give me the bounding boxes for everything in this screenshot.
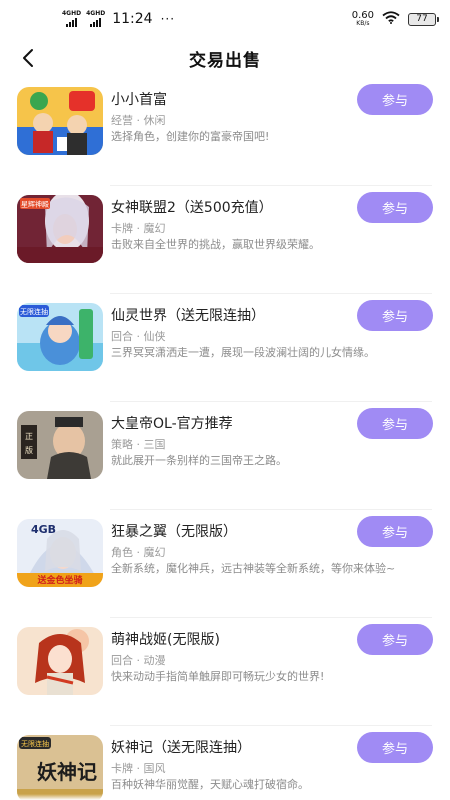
game-description: 击败来自全世界的挑战，赢取世界级荣耀。 (111, 238, 320, 251)
game-name: 仙灵世界（送无限连抽） (111, 308, 265, 324)
signal-icon: 4GHD (62, 11, 81, 27)
network-speed: 0.60 KB/s (352, 11, 374, 27)
badge-text-bottom: 版 (25, 445, 33, 455)
game-tags: 经营 · 休闲 (111, 114, 166, 127)
game-tags: 卡牌 · 魔幻 (111, 222, 166, 235)
list-item[interactable]: 正 版 大皇帝OL-官方推荐 策略 · 三国 就此展开一条别样的三国帝王之路。 … (0, 402, 450, 510)
game-description: 三界冥冥潇洒走一遭，展现一段波澜壮阔的儿女情缘。 (111, 346, 375, 359)
network-speed-unit: KB/s (356, 20, 370, 27)
join-button[interactable]: 参与 (357, 624, 433, 655)
game-name: 小小首富 (111, 92, 167, 108)
badge-text: 无限连抽 (20, 307, 48, 316)
game-name: 大皇帝OL-官方推荐 (111, 416, 233, 432)
game-name: 狂暴之翼（无限版） (111, 524, 237, 540)
list-item[interactable]: 4GB 送金色坐骑 狂暴之翼（无限版） 角色 · 魔幻 全新系统，魔化神兵，远古… (0, 510, 450, 618)
badge-text: 星辉神殿 (21, 200, 49, 209)
page-title: 交易出售 (189, 50, 261, 71)
game-list[interactable]: 小小首富 经营 · 休闲 选择角色，创建你的富豪帝国吧! 参与 星辉神殿 女神联… (0, 78, 450, 800)
game-thumbnail[interactable] (17, 627, 103, 695)
badge-text: 无限连抽 (21, 739, 49, 748)
game-thumbnail[interactable]: 正 版 (17, 411, 103, 479)
badge-text: 4GB (31, 523, 56, 536)
join-button[interactable]: 参与 (357, 408, 433, 439)
game-thumbnail[interactable]: 4GB 送金色坐骑 (17, 519, 103, 587)
wifi-icon (382, 10, 400, 28)
list-item[interactable]: 星辉神殿 女神联盟2（送500充值） 卡牌 · 魔幻 击败来自全世界的挑战，赢取… (0, 186, 450, 294)
battery-icon: 77 (408, 12, 439, 26)
list-item[interactable]: 萌神战姬(无限版) 回合 · 动漫 快来动动手指简单触屏即可畅玩少女的世界! 参… (0, 618, 450, 726)
game-description: 选择角色，创建你的富豪帝国吧! (111, 130, 270, 143)
game-thumbnail[interactable]: 星辉神殿 (17, 195, 103, 263)
game-description: 就此展开一条别样的三国帝王之路。 (111, 454, 287, 467)
game-tags: 角色 · 魔幻 (111, 546, 166, 559)
back-button[interactable] (14, 44, 42, 72)
join-button[interactable]: 参与 (357, 192, 433, 223)
list-item[interactable]: 小小首富 经营 · 休闲 选择角色，创建你的富豪帝国吧! 参与 (0, 78, 450, 186)
game-tags: 回合 · 动漫 (111, 654, 166, 667)
badge-text-top: 正 (25, 432, 33, 441)
game-description: 全新系统，魔化神兵，远古神装等全新系统，等你来体验~ (111, 562, 396, 575)
game-name: 萌神战姬(无限版) (111, 632, 220, 648)
page-header: 交易出售 (0, 38, 450, 78)
signal-label: 4GHD (62, 10, 82, 17)
game-tags: 策略 · 三国 (111, 438, 166, 451)
game-tags: 卡牌 · 国风 (111, 762, 166, 775)
clock: 11:24 (112, 11, 153, 27)
game-name: 女神联盟2（送500充值） (111, 200, 273, 216)
scroll-fade (0, 794, 450, 800)
list-item[interactable]: 无限连抽 妖神记 妖神记（送无限连抽） 卡牌 · 国风 百种妖神华丽觉醒，天赋心… (0, 726, 450, 800)
status-bar: 4GHD 4GHD 11:24 ··· 0.60 KB/s 77 (0, 0, 450, 38)
game-name: 妖神记（送无限连抽） (111, 740, 251, 756)
join-button[interactable]: 参与 (357, 300, 433, 331)
signal-label: 4GHD (86, 10, 106, 17)
game-thumbnail[interactable] (17, 87, 103, 155)
game-tags: 回合 · 仙侠 (111, 330, 166, 343)
game-thumbnail[interactable]: 无限连抽 妖神记 (17, 735, 103, 800)
join-button[interactable]: 参与 (357, 516, 433, 547)
join-button[interactable]: 参与 (357, 732, 433, 763)
game-description: 百种妖神华丽觉醒，天赋心魂打破宿命。 (111, 778, 309, 791)
logo-text: 妖神记 (37, 760, 97, 784)
chevron-left-icon (23, 49, 33, 67)
list-item[interactable]: 无限连抽 仙灵世界（送无限连抽） 回合 · 仙侠 三界冥冥潇洒走一遭，展现一段波… (0, 294, 450, 402)
game-description: 快来动动手指简单触屏即可畅玩少女的世界! (111, 670, 325, 683)
badge-text: 送金色坐骑 (36, 574, 82, 586)
signal-icon-2: 4GHD (86, 11, 105, 27)
game-thumbnail[interactable]: 无限连抽 (17, 303, 103, 371)
join-button[interactable]: 参与 (357, 84, 433, 115)
more-notifications-icon: ··· (160, 12, 176, 26)
